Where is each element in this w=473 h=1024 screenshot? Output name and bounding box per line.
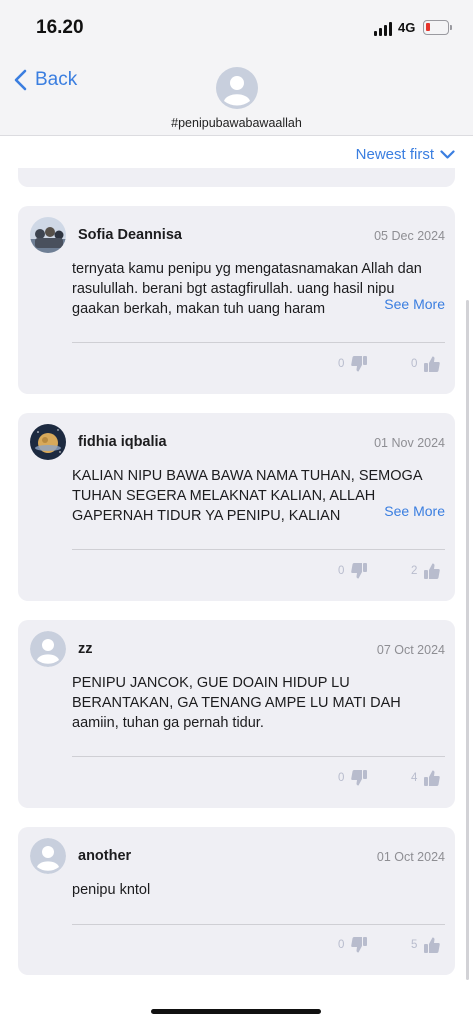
dislike-button[interactable]: 0 [338, 769, 368, 787]
thumbs-down-icon [351, 937, 368, 953]
home-indicator[interactable] [151, 1009, 321, 1014]
user-photo-avatar [30, 217, 66, 253]
dislike-button[interactable]: 0 [338, 936, 368, 954]
thumbs-down-icon [351, 563, 368, 579]
page-title: #penipubawabawaallah [171, 116, 302, 130]
battery-icon [423, 20, 452, 35]
comment-author[interactable]: another [78, 848, 131, 864]
divider [72, 924, 445, 925]
comment-date: 07 Oct 2024 [376, 643, 445, 657]
see-more-link[interactable]: See More [368, 503, 445, 519]
scrollbar[interactable] [466, 300, 469, 980]
status-time: 16.20 [36, 17, 84, 38]
comment-card: another 01 Oct 2024 penipu kntol 0 5 [18, 827, 455, 975]
comment-date: 01 Oct 2024 [376, 850, 445, 864]
like-count: 4 [411, 772, 418, 784]
default-avatar-icon [30, 631, 66, 667]
divider [72, 342, 445, 343]
navigation-bar: Back #penipubawabawaallah [0, 56, 473, 136]
comment-text: penipu kntol [72, 882, 151, 898]
like-count: 0 [411, 358, 418, 370]
sort-dropdown[interactable]: Newest first [356, 146, 455, 163]
dislike-count: 0 [338, 939, 345, 951]
dislike-count: 0 [338, 358, 345, 370]
dislike-button[interactable]: 0 [338, 355, 368, 373]
divider [72, 756, 445, 757]
comment-date: 01 Nov 2024 [374, 436, 445, 450]
thumbs-up-icon [424, 356, 441, 372]
comment-date: 05 Dec 2024 [374, 229, 445, 243]
comment-card: zz 07 Oct 2024 PENIPU JANCOK, GUE DOAIN … [18, 620, 455, 808]
topic-avatar-icon [216, 67, 258, 109]
dislike-count: 0 [338, 565, 345, 577]
thumbs-down-icon [351, 770, 368, 786]
default-avatar-icon [30, 838, 66, 874]
thumbs-up-icon [424, 937, 441, 953]
dislike-count: 0 [338, 772, 345, 784]
like-count: 5 [411, 939, 418, 951]
comment-author[interactable]: zz [78, 641, 93, 657]
back-label: Back [35, 69, 78, 90]
see-more-link[interactable]: See More [368, 296, 445, 312]
previous-comment-card [18, 168, 455, 187]
like-button[interactable]: 4 [411, 769, 441, 787]
sort-label: Newest first [355, 146, 434, 163]
like-button[interactable]: 0 [411, 355, 441, 373]
comment-author[interactable]: Sofia Deannisa [78, 227, 182, 243]
comment-card: Sofia Deannisa 05 Dec 2024 ternyata kamu… [18, 206, 455, 394]
like-button[interactable]: 2 [411, 562, 441, 580]
back-button[interactable]: Back [14, 69, 77, 91]
thumbs-up-icon [424, 563, 441, 579]
thumbs-down-icon [351, 356, 368, 372]
divider [72, 549, 445, 550]
user-photo-avatar [30, 424, 66, 460]
chevron-left-icon [14, 69, 27, 91]
comment-text: PENIPU JANCOK, GUE DOAIN HIDUP LU BERANT… [72, 675, 401, 731]
network-type: 4G [398, 20, 416, 35]
like-count: 2 [411, 565, 418, 577]
status-bar: 16.20 4G [0, 0, 473, 56]
thumbs-up-icon [424, 770, 441, 786]
chevron-down-icon [440, 149, 455, 159]
like-button[interactable]: 5 [411, 936, 441, 954]
signal-strength-icon [374, 22, 392, 36]
comment-card: fidhia iqbalia 01 Nov 2024 KALIAN NIPU B… [18, 413, 455, 601]
comment-author[interactable]: fidhia iqbalia [78, 434, 167, 450]
dislike-button[interactable]: 0 [338, 562, 368, 580]
